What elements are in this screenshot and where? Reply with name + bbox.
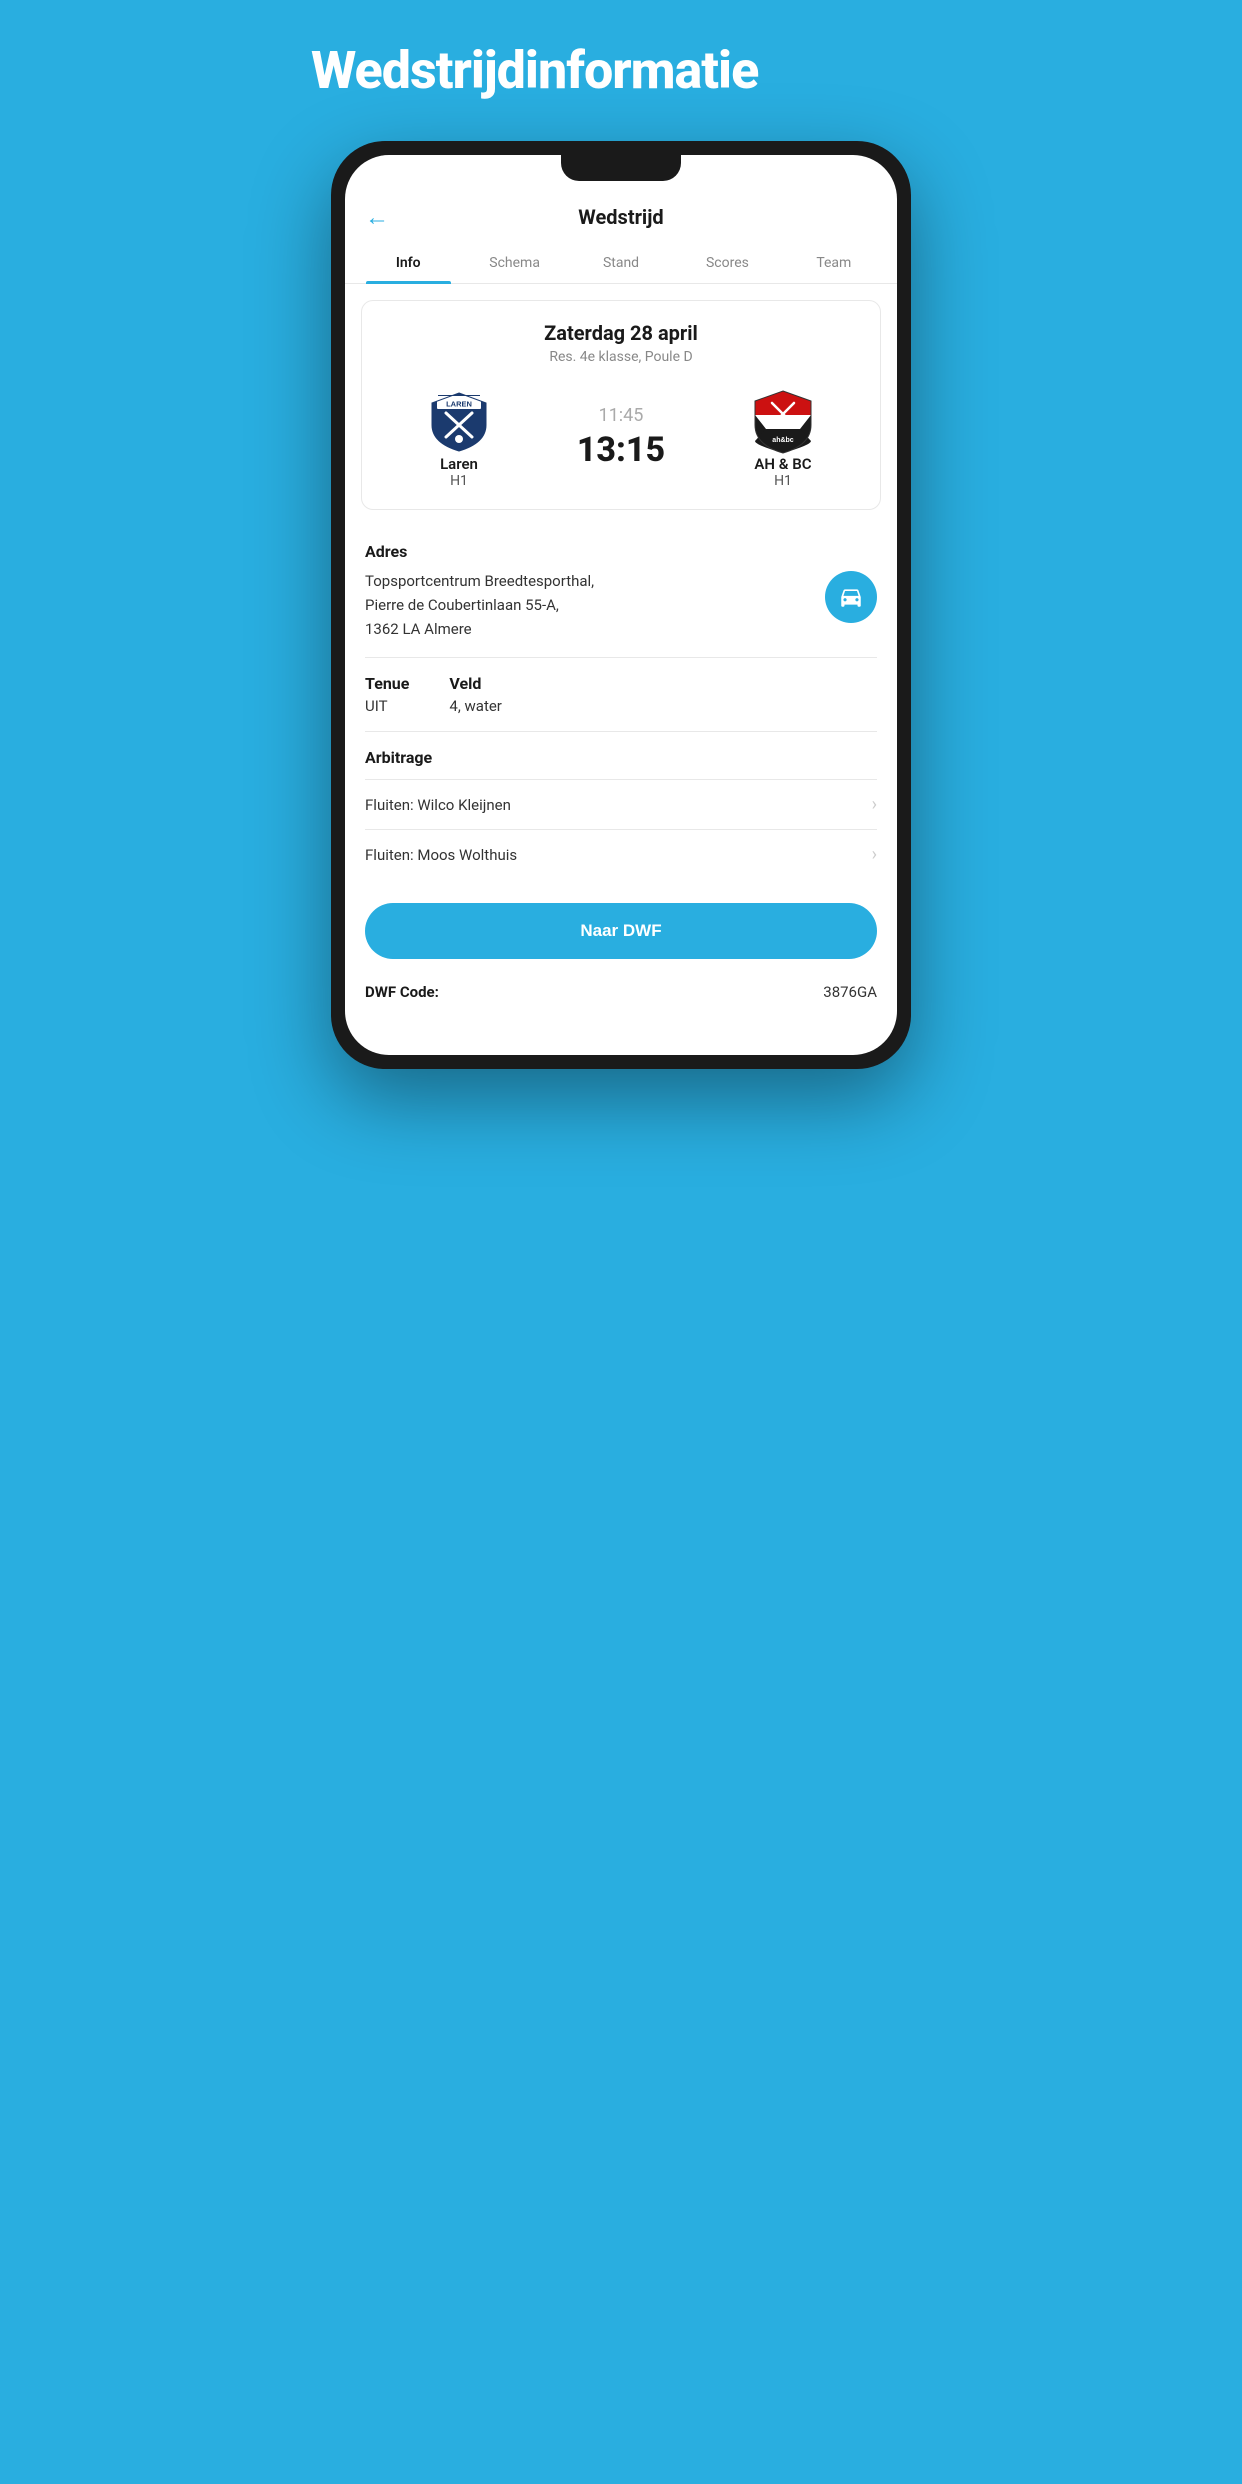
phone-notch: [561, 155, 681, 181]
dwf-code-value: 3876GA: [823, 983, 877, 1001]
tenue-value: UIT: [365, 697, 409, 715]
veld-value: 4, water: [449, 697, 501, 715]
home-team-logo: LAREN: [424, 385, 494, 455]
home-team-name: Laren: [440, 455, 478, 473]
tenue-veld-section: Tenue UIT Veld 4, water: [345, 658, 897, 731]
address-section: Adres Topsportcentrum Breedtesporthal,Pi…: [345, 526, 897, 657]
dwf-button[interactable]: Naar DWF: [365, 903, 877, 959]
screen-title: Wedstrijd: [578, 205, 663, 229]
map-button[interactable]: [825, 571, 877, 623]
tab-stand[interactable]: Stand: [568, 245, 674, 283]
veld-label: Veld: [449, 674, 501, 693]
phone-frame: ← Wedstrijd Info Schema Stand Scores Tea…: [331, 141, 911, 1069]
away-team-logo: ah&bc: [748, 385, 818, 455]
tab-schema[interactable]: Schema: [461, 245, 567, 283]
referee-2[interactable]: Fluiten: Moos Wolthuis ›: [365, 829, 877, 879]
veld-item: Veld 4, water: [449, 674, 501, 715]
match-card: Zaterdag 28 april Res. 4e klasse, Poule …: [361, 300, 881, 510]
match-score: 13:15: [577, 430, 665, 470]
page-title: Wedstrijdinformatie: [311, 40, 931, 101]
car-icon: [838, 584, 864, 610]
match-league: Res. 4e klasse, Poule D: [378, 349, 864, 365]
dwf-section: Naar DWF: [345, 887, 897, 971]
dwf-code-row: DWF Code: 3876GA: [345, 971, 897, 1021]
tenue-label: Tenue: [365, 674, 409, 693]
address-label: Adres: [365, 542, 877, 561]
tab-bar: Info Schema Stand Scores Team: [345, 245, 897, 284]
referee-1[interactable]: Fluiten: Wilco Kleijnen ›: [365, 779, 877, 829]
home-team: LAREN Laren H1: [378, 385, 540, 489]
away-team-name: AH & BC: [754, 455, 811, 473]
tab-team[interactable]: Team: [781, 245, 887, 283]
referee-2-name: Fluiten: Moos Wolthuis: [365, 846, 517, 864]
match-time: 11:45: [599, 405, 644, 426]
arbitrage-label: Arbitrage: [365, 748, 877, 767]
match-date: Zaterdag 28 april: [378, 321, 864, 345]
back-button[interactable]: ←: [365, 203, 389, 232]
chevron-right-icon: ›: [872, 794, 877, 815]
svg-text:ah&bc: ah&bc: [772, 437, 794, 444]
address-text: Topsportcentrum Breedtesporthal,Pierre d…: [365, 569, 594, 641]
arbitrage-section: Arbitrage Fluiten: Wilco Kleijnen › Flui…: [345, 732, 897, 887]
tenue-item: Tenue UIT: [365, 674, 409, 715]
chevron-right-icon-2: ›: [872, 844, 877, 865]
svg-text:LAREN: LAREN: [446, 400, 472, 409]
phone-screen: ← Wedstrijd Info Schema Stand Scores Tea…: [345, 155, 897, 1055]
address-row: Topsportcentrum Breedtesporthal,Pierre d…: [365, 569, 877, 641]
tab-info[interactable]: Info: [355, 245, 461, 283]
tab-scores[interactable]: Scores: [674, 245, 780, 283]
away-team: ah&bc AH & BC H1: [702, 385, 864, 489]
referee-1-name: Fluiten: Wilco Kleijnen: [365, 796, 511, 814]
home-team-sub: H1: [450, 473, 468, 489]
score-area: 11:45 13:15: [540, 405, 702, 470]
dwf-code-label: DWF Code:: [365, 983, 439, 1001]
match-teams: LAREN Laren H1 11:45 13:15: [378, 385, 864, 489]
away-team-sub: H1: [774, 473, 792, 489]
